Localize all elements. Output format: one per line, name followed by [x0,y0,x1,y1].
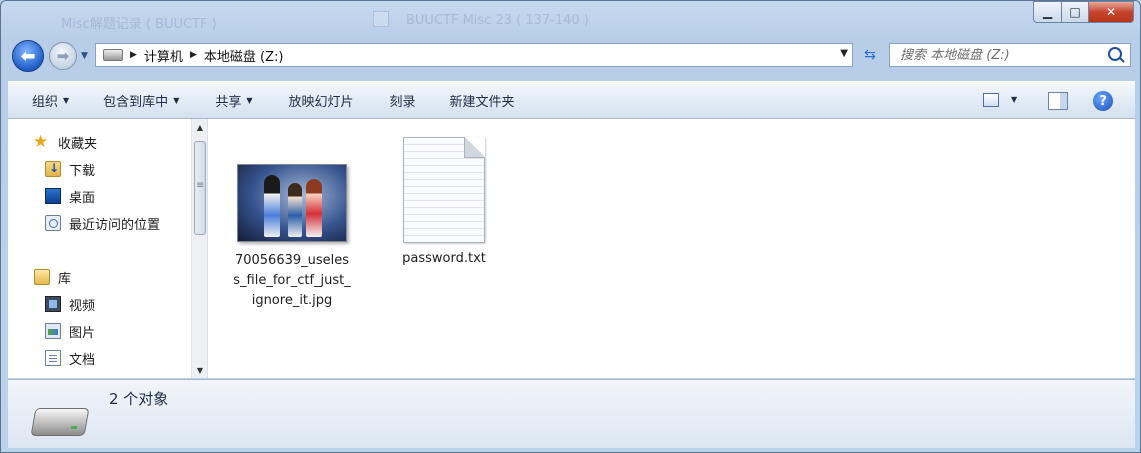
back-button[interactable]: ⬅ [12,40,44,72]
close-button[interactable]: ✕ [1089,1,1134,23]
sidebar-item-label: 下载 [69,163,96,179]
sidebar-item-desktop[interactable]: 桌面 [45,185,95,207]
search-icon[interactable] [1108,47,1122,61]
share-menu[interactable]: 共享 ▼ [215,91,252,110]
preview-pane-icon[interactable] [1048,92,1068,110]
desktop-icon [45,188,61,204]
scroll-down-arrow-icon[interactable]: ▼ [192,362,207,378]
search-input[interactable] [898,46,1107,64]
thumbnail-figure [306,179,322,237]
burn-button[interactable]: 刻录 [390,91,416,110]
sidebar-item-label: 桌面 [69,190,96,206]
breadcrumb-computer[interactable]: 计算机 [144,46,183,65]
video-library-icon [45,296,61,312]
maximize-button[interactable]: □ [1062,1,1089,23]
thumbnail-figure [264,175,280,237]
navigation-scrollbar[interactable]: ▲ ▼ [191,119,207,378]
help-icon[interactable]: ? [1093,91,1113,111]
chevron-down-icon: ▼ [63,95,70,105]
item-count: 2 个对象 [109,390,169,408]
recent-pages-dropdown[interactable]: ▼ [81,51,88,61]
recent-places-icon [45,215,61,231]
address-history-dropdown[interactable]: ▼ [840,48,848,59]
chevron-right-icon[interactable]: ▶ [190,50,197,60]
explorer-window: Misc解题记录 ( BUUCTF ) BUUCTF Misc 23 ( 137… [0,0,1141,453]
organize-label: 组织 [32,94,59,110]
minimize-button[interactable]: ▁ [1033,1,1062,23]
slideshow-button[interactable]: 放映幻灯片 [289,91,354,110]
view-options-dropdown[interactable]: ▼ [1011,95,1017,104]
sidebar-item-label: 收藏夹 [58,136,98,152]
scroll-thumb[interactable] [194,141,206,235]
text-file-icon [403,137,485,243]
sidebar-item-recent-places[interactable]: 最近访问的位置 [45,212,160,234]
breadcrumb-local-disk[interactable]: 本地磁盘 (Z:) [204,46,284,65]
image-thumbnail [237,164,347,242]
navigation-pane: 收藏夹 下载 桌面 最近访问的位置 库 视频 图片 文档 [8,119,208,378]
chevron-down-icon: ▼ [173,95,180,105]
include-in-library-menu[interactable]: 包含到库中 ▼ [103,91,179,110]
pictures-library-icon [45,323,61,339]
change-view-icon[interactable] [983,93,999,107]
sidebar-item-label: 最近访问的位置 [69,217,161,233]
file-item-txt[interactable]: password.txt [391,119,497,269]
background-window-title: BUUCTF Misc 23 ( 137-140 ) [406,13,589,28]
sidebar-item-libraries[interactable]: 库 [34,266,71,288]
file-name: password.txt [402,251,486,266]
scroll-up-arrow-icon[interactable]: ▲ [192,119,207,135]
organize-menu[interactable]: 组织 ▼ [32,91,69,110]
file-item-jpg[interactable]: 70056639_useless_file_for_ctf_just_ignor… [232,119,352,311]
drive-icon [103,49,123,61]
downloads-folder-icon [45,161,61,177]
file-name: 70056639_useless_file_for_ctf_just_ignor… [233,253,351,308]
sidebar-item-documents[interactable]: 文档 [45,347,95,369]
include-in-library-label: 包含到库中 [103,94,169,110]
sidebar-item-downloads[interactable]: 下载 [45,158,95,180]
sidebar-item-label: 库 [58,271,72,287]
sidebar-item-videos[interactable]: 视频 [45,293,95,315]
sidebar-item-label: 文档 [69,352,96,368]
share-label: 共享 [215,94,242,110]
refresh-button[interactable]: ⇆ [856,43,884,67]
chevron-right-icon[interactable]: ▶ [130,50,137,60]
sidebar-item-pictures[interactable]: 图片 [45,320,95,342]
forward-button[interactable]: ➡ [49,42,77,70]
libraries-icon [34,269,50,285]
background-window-icon [373,11,389,27]
sidebar-item-favorites[interactable]: 收藏夹 [33,131,98,153]
address-bar[interactable]: ▶ 计算机 ▶ 本地磁盘 (Z:) ▼ [95,43,853,67]
command-bar: 组织 ▼ 包含到库中 ▼ 共享 ▼ 放映幻灯片 刻录 新建文件夹 ▼ ? [8,81,1135,119]
thumbnail-figure [288,183,302,237]
background-window-title: Misc解题记录 ( BUUCTF ) [61,17,217,32]
navigation-bar: ⬅ ➡ ▼ ▶ 计算机 ▶ 本地磁盘 (Z:) ▼ ⇆ [1,39,1140,73]
sidebar-item-label: 图片 [69,325,96,341]
window-controls: ▁ □ ✕ [1033,1,1134,23]
sidebar-item-label: 视频 [69,298,96,314]
new-folder-button[interactable]: 新建文件夹 [450,91,515,110]
documents-library-icon [45,350,61,366]
search-box[interactable] [889,43,1131,67]
chevron-down-icon: ▼ [246,95,253,105]
title-bar[interactable]: Misc解题记录 ( BUUCTF ) BUUCTF Misc 23 ( 137… [1,1,1140,37]
hard-drive-icon [30,408,90,436]
star-icon [33,132,50,152]
details-pane: 2 个对象 [8,379,1135,448]
file-list: 70056639_useless_file_for_ctf_just_ignor… [208,119,1135,378]
